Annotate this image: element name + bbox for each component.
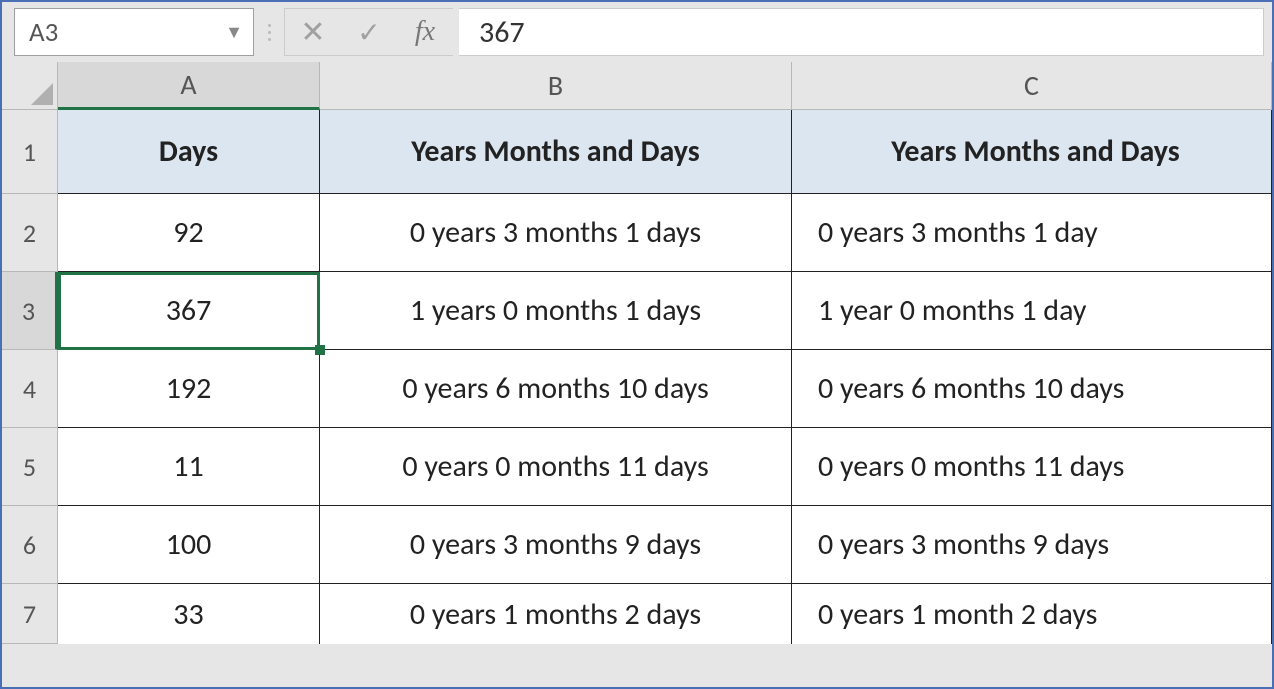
cell-B5[interactable]: 0 years 0 months 11 days [320,428,792,506]
row-number: 3 [22,295,35,327]
cell-B4[interactable]: 0 years 6 months 10 days [320,350,792,428]
cell-value: 0 years 3 months 9 days [818,526,1109,563]
cell-B6[interactable]: 0 years 3 months 9 days [320,506,792,584]
row-header-1[interactable]: 1 [2,110,58,194]
row-number: 4 [23,373,36,405]
row-header-5[interactable]: 5 [2,428,58,506]
cell-A1[interactable]: Days [58,110,320,194]
cell-value: 0 years 0 months 11 days [402,448,708,485]
x-icon: ✕ [300,14,325,51]
cell-B2[interactable]: 0 years 3 months 1 days [320,194,792,272]
column-header-B[interactable]: B [320,62,792,110]
column-header-A[interactable]: A [58,62,320,110]
cell-A3[interactable]: 367 [58,272,320,350]
cell-value: 11 [173,448,203,485]
cell-B3[interactable]: 1 years 0 months 1 days [320,272,792,350]
name-box[interactable]: A3 ▼ [14,8,254,56]
column-label: A [180,67,196,102]
formula-input[interactable]: 367 [459,8,1264,56]
row-header-4[interactable]: 4 [2,350,58,428]
cell-A6[interactable]: 100 [58,506,320,584]
select-all-triangle[interactable] [2,62,58,110]
cell-C6[interactable]: 0 years 3 months 9 days [792,506,1272,584]
cell-value: 0 years 0 months 11 days [818,448,1124,485]
table-row: 7 33 0 years 1 months 2 days 0 years 1 m… [2,584,1272,644]
cell-value: Days [159,133,218,170]
table-row: 2 92 0 years 3 months 1 days 0 years 3 m… [2,194,1272,272]
cell-value: 100 [166,526,212,563]
cell-C5[interactable]: 0 years 0 months 11 days [792,428,1272,506]
cell-value: 0 years 3 months 9 days [410,526,701,563]
table-row: 4 192 0 years 6 months 10 days 0 years 6… [2,350,1272,428]
cell-C1[interactable]: Years Months and Days [792,110,1272,194]
cell-C3[interactable]: 1 year 0 months 1 day [792,272,1272,350]
row-header-2[interactable]: 2 [2,194,58,272]
cell-value: 1 years 0 months 1 days [410,292,701,329]
check-icon: ✓ [357,15,380,50]
row-header-3[interactable]: 3 [2,272,58,350]
table-row: 1 Days Years Months and Days Years Month… [2,110,1272,194]
row-header-6[interactable]: 6 [2,506,58,584]
row-number: 7 [23,598,36,630]
cell-A5[interactable]: 11 [58,428,320,506]
cell-value: 92 [173,214,203,251]
fill-handle[interactable] [315,345,325,355]
cell-value: Years Months and Days [891,133,1180,170]
spreadsheet-grid: A B C 1 Days Years Months and Days Years… [2,62,1272,644]
row-number: 5 [23,451,36,483]
cell-A4[interactable]: 192 [58,350,320,428]
formula-bar: A3 ▼ ✕ ✓ fx 367 [2,2,1272,62]
cell-value: Years Months and Days [411,133,700,170]
cell-value: 0 years 3 months 1 days [410,214,701,251]
column-label: C [1024,68,1039,103]
row-number: 6 [23,529,36,561]
chevron-down-icon[interactable]: ▼ [225,21,243,43]
cell-value: 0 years 6 months 10 days [402,370,708,407]
cell-value: 0 years 1 months 2 days [410,596,701,633]
cell-C2[interactable]: 0 years 3 months 1 day [792,194,1272,272]
cell-C7[interactable]: 0 years 1 month 2 days [792,584,1272,644]
cell-value: 0 years 6 months 10 days [818,370,1124,407]
row-header-7[interactable]: 7 [2,584,58,644]
enter-button[interactable]: ✓ [341,9,397,55]
cell-B1[interactable]: Years Months and Days [320,110,792,194]
cancel-button[interactable]: ✕ [285,9,341,55]
formula-bar-grip[interactable] [260,8,278,56]
cell-C4[interactable]: 0 years 6 months 10 days [792,350,1272,428]
table-row: 6 100 0 years 3 months 9 days 0 years 3 … [2,506,1272,584]
insert-function-button[interactable]: fx [397,9,453,55]
cell-value: 367 [166,292,212,329]
cell-value: 0 years 3 months 1 day [818,214,1098,251]
cell-value: 1 year 0 months 1 day [818,292,1086,329]
name-box-value: A3 [29,16,58,49]
cell-A7[interactable]: 33 [58,584,320,644]
cell-A2[interactable]: 92 [58,194,320,272]
column-label: B [548,68,563,103]
table-row: 3 367 1 years 0 months 1 days 1 year 0 m… [2,272,1272,350]
formula-bar-controls: ✕ ✓ fx [284,8,453,56]
cell-value: 192 [166,370,212,407]
column-header-C[interactable]: C [792,62,1272,110]
column-headers: A B C [2,62,1272,110]
cell-value: 0 years 1 month 2 days [818,596,1097,633]
formula-value: 367 [479,14,525,51]
table-row: 5 11 0 years 0 months 11 days 0 years 0 … [2,428,1272,506]
row-number: 2 [23,217,36,249]
cell-value: 33 [173,596,203,633]
fx-icon: fx [415,16,435,48]
cell-B7[interactable]: 0 years 1 months 2 days [320,584,792,644]
